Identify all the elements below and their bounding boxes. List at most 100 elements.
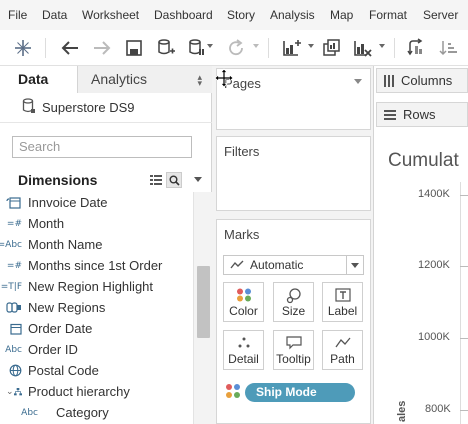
pause-dropdown-icon[interactable] — [207, 44, 213, 48]
path-icon — [323, 336, 362, 350]
find-field-icon[interactable] — [166, 172, 182, 188]
menu-file[interactable]: File — [8, 8, 27, 22]
view-data-icon[interactable] — [148, 172, 164, 188]
label-button[interactable]: Label — [322, 282, 363, 322]
field-item[interactable]: Order Date — [0, 318, 193, 339]
rows-icon — [384, 109, 396, 120]
field-list-scrollbar[interactable] — [193, 192, 212, 424]
datasource-item[interactable]: Superstore DS9 — [0, 93, 212, 123]
abc-icon: Abc — [21, 407, 38, 418]
new-worksheet-icon[interactable] — [279, 36, 303, 60]
field-item[interactable]: Abc Category — [0, 402, 193, 423]
dimensions-header: Dimensions — [0, 169, 212, 191]
duplicate-sheet-icon[interactable] — [320, 36, 344, 60]
tab-analytics[interactable]: Analytics ▴ ▾ — [77, 66, 212, 93]
y-tick-label: 1400K — [418, 188, 450, 200]
pause-datasource-icon[interactable] — [186, 36, 206, 60]
refresh-icon[interactable] — [224, 36, 248, 60]
line-chart-icon — [230, 260, 244, 270]
color-dots-icon — [225, 383, 241, 402]
tf-calc-icon: =T|F — [0, 281, 22, 292]
y-tick-label: 1000K — [418, 331, 450, 343]
clear-sheet-dropdown-icon[interactable] — [379, 44, 385, 48]
sort-ascending-icon[interactable] — [436, 36, 460, 60]
field-name: Category — [56, 405, 109, 420]
menu-server[interactable]: Server — [423, 8, 458, 22]
save-icon[interactable] — [122, 36, 146, 60]
field-name: New Region Highlight — [28, 279, 154, 294]
tab-data[interactable]: Data — [0, 66, 77, 93]
menu-worksheet[interactable]: Worksheet — [82, 8, 139, 22]
menu-data[interactable]: Data — [42, 8, 67, 22]
field-name: New Regions — [28, 300, 106, 315]
field-name: Postal Code — [28, 363, 99, 378]
scrollbar-thumb[interactable] — [197, 266, 210, 338]
tab-scroll-arrows-icon[interactable]: ▴ ▾ — [197, 73, 202, 88]
field-item[interactable]: =# Month — [0, 213, 193, 234]
mark-type-select[interactable]: Automatic — [223, 255, 364, 275]
filters-title: Filters — [224, 144, 260, 159]
field-item[interactable]: =# Months since 1st Order — [0, 255, 193, 276]
field-item[interactable]: Innvoice Date — [0, 192, 193, 213]
chevron-down-icon[interactable]: ⌄ — [0, 386, 14, 397]
color-button[interactable]: Color — [223, 282, 264, 322]
menu-bar: File Data Worksheet Dashboard Story Anal… — [0, 0, 468, 30]
view-area: Columns Rows Cumulat 1400K 1200K 1000K 8… — [374, 66, 468, 424]
size-button[interactable]: Size — [273, 282, 314, 322]
field-name: Order Date — [28, 321, 93, 336]
ship-mode-pill[interactable]: Ship Mode — [245, 383, 355, 402]
abc-icon: Abc — [5, 344, 22, 355]
tableau-logo-icon[interactable] — [11, 36, 35, 60]
size-icon — [274, 288, 313, 304]
menu-map[interactable]: Map — [330, 8, 353, 22]
field-item[interactable]: Postal Code — [0, 360, 193, 381]
tooltip-button[interactable]: Tooltip — [273, 330, 314, 370]
datasource-icon — [22, 98, 36, 117]
field-item[interactable]: ⌄ Product hierarchy — [0, 381, 193, 402]
search-input[interactable]: Search — [12, 136, 192, 158]
search-placeholder: Search — [19, 139, 61, 154]
field-name: Months since 1st Order — [28, 258, 163, 273]
new-worksheet-dropdown-icon[interactable] — [308, 44, 314, 48]
field-item[interactable]: New Regions — [0, 297, 193, 318]
y-tick-label: 1200K — [418, 259, 450, 271]
menu-format[interactable]: Format — [369, 8, 407, 22]
menu-analysis[interactable]: Analysis — [270, 8, 315, 22]
path-button[interactable]: Path — [322, 330, 363, 370]
move-cursor-icon — [214, 68, 234, 91]
calendar-link-icon — [0, 196, 28, 209]
chevron-down-icon[interactable] — [346, 256, 363, 274]
y-tick-label: 800K — [425, 403, 451, 415]
sheet-title: Cumulat — [388, 150, 459, 171]
color-encoding-row: Ship Mode — [225, 380, 365, 404]
field-item[interactable]: Abc Order ID — [0, 339, 193, 360]
pages-shelf[interactable]: Pages — [216, 68, 371, 130]
field-item[interactable]: =Abc Month Name — [0, 234, 193, 255]
rows-shelf[interactable]: Rows — [376, 102, 468, 127]
new-datasource-icon[interactable] — [154, 36, 178, 60]
tab-analytics-label: Analytics — [91, 71, 148, 87]
pages-dropdown-icon[interactable] — [354, 79, 362, 84]
field-item[interactable]: =T|F New Region Highlight — [0, 276, 193, 297]
marks-card: Marks Automatic Color Size Label Detail … — [216, 219, 371, 424]
clear-sheet-icon[interactable] — [350, 36, 374, 60]
dimensions-menu-icon[interactable] — [190, 172, 206, 188]
tooltip-bubble-icon — [274, 336, 313, 350]
swap-rows-columns-icon[interactable] — [404, 36, 428, 60]
filters-shelf[interactable]: Filters — [216, 136, 371, 211]
y-tick-mark — [460, 410, 468, 411]
refresh-dropdown-icon[interactable] — [253, 44, 259, 48]
menu-dashboard[interactable]: Dashboard — [154, 8, 213, 22]
detail-label: Detail — [228, 352, 259, 366]
detail-dots-icon — [224, 336, 263, 350]
mark-type-label: Automatic — [250, 258, 304, 272]
detail-button[interactable]: Detail — [223, 330, 264, 370]
y-tick-mark — [460, 266, 468, 267]
menu-story[interactable]: Story — [227, 8, 255, 22]
columns-shelf[interactable]: Columns — [376, 68, 468, 93]
abc-date-icon: =Abc — [0, 239, 22, 250]
back-arrow-icon[interactable] — [58, 36, 82, 60]
y-axis-line — [460, 182, 461, 424]
forward-arrow-icon[interactable] — [90, 36, 114, 60]
hash-date-icon: =# — [6, 218, 22, 229]
